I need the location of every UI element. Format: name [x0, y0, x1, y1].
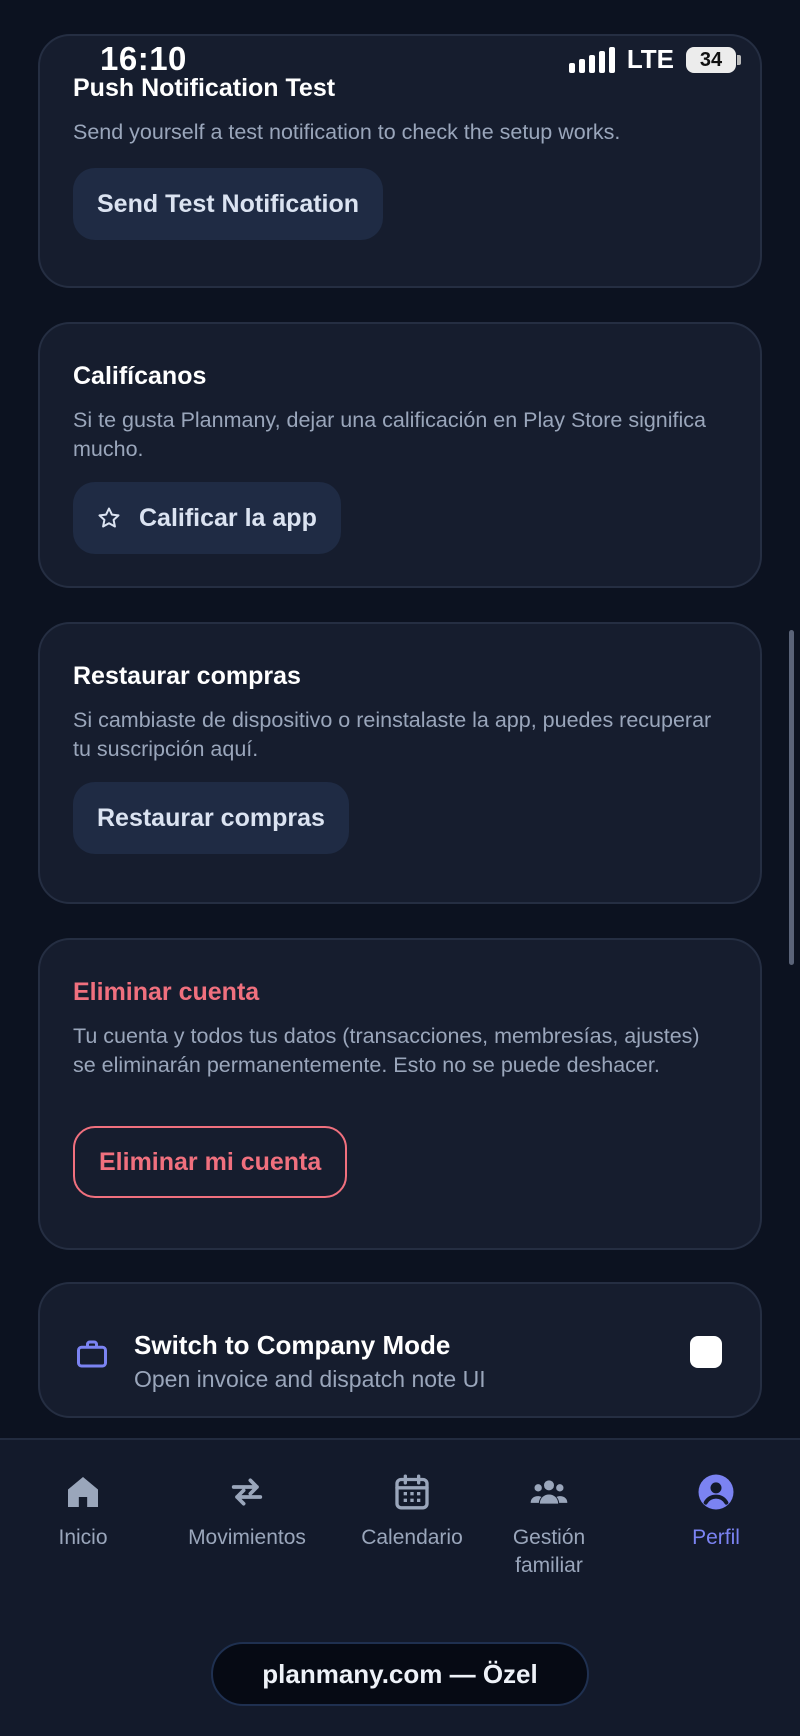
delete-account-description: Tu cuenta y todos tus datos (transaccion…: [73, 1024, 700, 1077]
battery-icon: 34: [686, 46, 741, 73]
company-mode-card[interactable]: Switch to Company Mode Open invoice and …: [38, 1282, 762, 1418]
profile-screen: 16:10 LTE 34 Push Notification Test Send…: [0, 0, 800, 1736]
network-type: LTE: [626, 44, 674, 74]
company-mode-checkbox[interactable]: [690, 1336, 722, 1368]
restore-title: Restaurar compras: [73, 662, 301, 690]
profile-icon: [698, 1474, 734, 1510]
restore-purchases-label: Restaurar compras: [97, 803, 325, 832]
send-test-notification-label: Send Test Notification: [97, 189, 360, 218]
delete-my-account-label: Eliminar mi cuenta: [99, 1147, 322, 1176]
rate-description: Si te gusta Planmany, dejar una califica…: [73, 408, 707, 461]
rate-title: Califícanos: [73, 362, 207, 390]
calendar-icon: [395, 1474, 429, 1510]
send-test-notification-button[interactable]: Send Test Notification: [73, 168, 384, 240]
status-indicators: LTE 34: [568, 44, 741, 75]
nav-item-gestion-familiar[interactable]: Gestión familiar: [474, 1472, 624, 1580]
company-mode-title: Switch to Company Mode: [134, 1330, 451, 1360]
scrollbar[interactable]: [789, 630, 794, 965]
delete-my-account-button[interactable]: Eliminar mi cuenta: [73, 1126, 348, 1198]
browser-url-pill[interactable]: planmany.com — Özel: [211, 1642, 589, 1706]
restore-purchases-button[interactable]: Restaurar compras: [73, 782, 349, 854]
restore-description: Si cambiaste de dispositivo o reinstalas…: [73, 708, 712, 761]
push-test-description: Send yourself a test notification to che…: [73, 120, 621, 144]
nav-label-perfil: Perfil: [692, 1526, 740, 1549]
nav-label-gestion-familiar: Gestión familiar: [512, 1526, 586, 1577]
delete-account-card: Eliminar cuenta Tu cuenta y todos tus da…: [38, 938, 762, 1250]
nav-label-inicio: Inicio: [58, 1526, 108, 1549]
rate-app-label: Calificar la app: [139, 503, 317, 532]
status-bar: 16:10 LTE 34: [0, 0, 800, 100]
delete-account-title: Eliminar cuenta: [73, 978, 260, 1006]
transfer-arrows-icon: [231, 1478, 263, 1506]
rate-app-card: Califícanos Si te gusta Planmany, dejar …: [38, 322, 762, 588]
briefcase-icon: [77, 1340, 107, 1368]
status-time: 16:10: [100, 40, 187, 77]
nav-item-inicio[interactable]: Inicio: [8, 1472, 158, 1552]
rate-app-button[interactable]: Calificar la app: [73, 482, 341, 554]
nav-item-calendario[interactable]: Calendario: [337, 1472, 487, 1552]
battery-level: 34: [699, 48, 723, 71]
company-mode-subtitle: Open invoice and dispatch note UI: [134, 1366, 486, 1392]
nav-item-movimientos[interactable]: Movimientos: [172, 1472, 322, 1552]
signal-icon: [568, 46, 615, 73]
star-icon: [98, 507, 120, 528]
nav-item-perfil[interactable]: Perfil: [641, 1472, 791, 1552]
home-icon: [68, 1477, 98, 1507]
browser-url-label: planmany.com — Özel: [262, 1658, 538, 1689]
nav-label-calendario: Calendario: [361, 1526, 463, 1549]
family-group-icon: [530, 1480, 568, 1504]
nav-label-movimientos: Movimientos: [188, 1526, 306, 1549]
restore-purchases-card: Restaurar compras Si cambiaste de dispos…: [38, 622, 762, 904]
